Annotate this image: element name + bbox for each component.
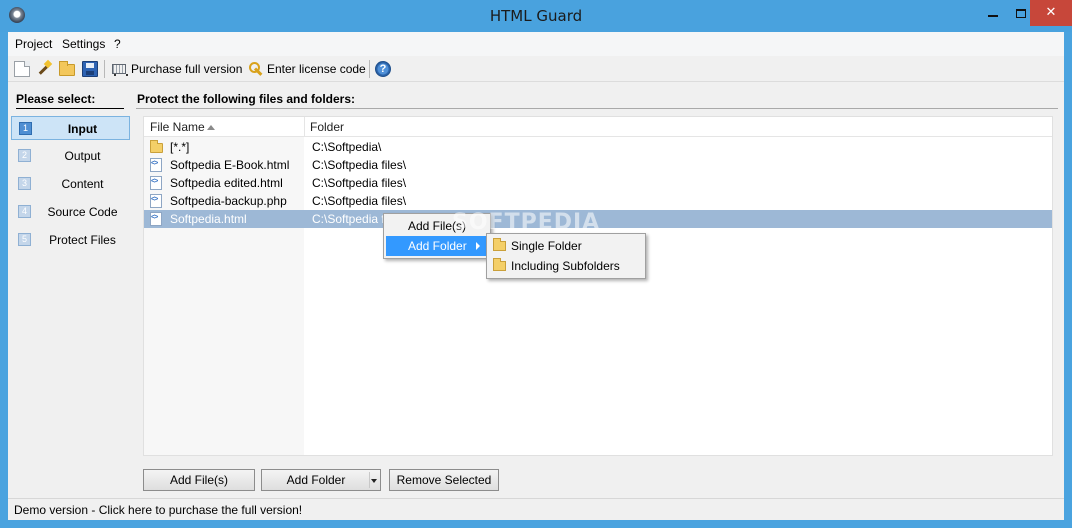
page-title: Protect the following files and folders:	[137, 92, 356, 106]
sidebar-item-output[interactable]: 2 Output	[11, 144, 130, 168]
add-folder-dropdown-button[interactable]: Add Folder	[261, 469, 381, 491]
sidebar-item-label: Protect Files	[49, 233, 116, 247]
add-files-button[interactable]: Add File(s)	[143, 469, 255, 491]
column-header-folder[interactable]: Folder	[310, 120, 344, 134]
step-number-icon: 4	[18, 205, 31, 218]
step-number-icon: 5	[18, 233, 31, 246]
close-button[interactable]: ✕	[1030, 0, 1072, 26]
maximize-icon	[1016, 9, 1026, 18]
sidebar-item-input[interactable]: 1 Input	[11, 116, 130, 140]
table-row[interactable]: [*.*] C:\Softpedia\	[144, 138, 1052, 156]
sidebar-title: Please select:	[16, 92, 124, 109]
purchase-full-version-button[interactable]: Purchase full version	[131, 62, 242, 76]
table-row[interactable]: Softpedia-backup.php C:\Softpedia files\	[144, 192, 1052, 210]
minimize-icon	[988, 15, 998, 17]
toolbar: Purchase full version Enter license code…	[8, 56, 1064, 82]
file-name-cell: Softpedia-backup.php	[170, 194, 287, 208]
html-file-icon	[150, 212, 162, 226]
cart-icon[interactable]	[111, 61, 128, 77]
file-list[interactable]: File Name Folder [*.*] C:\Softpedia\ Sof…	[143, 116, 1053, 456]
context-item-label: Add Folder	[408, 239, 467, 253]
main-panel: Protect the following files and folders:…	[136, 86, 1062, 496]
new-file-icon[interactable]	[14, 61, 30, 77]
toolbar-separator	[104, 60, 105, 78]
html-file-icon	[150, 176, 162, 190]
submenu-including-subfolders[interactable]: Including Subfolders	[489, 256, 643, 276]
title-divider	[136, 108, 1058, 109]
wizard-wand-icon[interactable]	[36, 61, 52, 77]
step-number-icon: 3	[18, 177, 31, 190]
submenu-item-label: Including Subfolders	[511, 259, 620, 273]
step-number-icon: 1	[19, 122, 32, 135]
title-bar[interactable]: HTML Guard ✕	[0, 0, 1072, 32]
sidebar-item-label: Input	[67, 122, 98, 136]
chevron-down-icon[interactable]	[371, 479, 377, 483]
table-row[interactable]: Softpedia E-Book.html C:\Softpedia files…	[144, 156, 1052, 174]
app-window: HTML Guard ✕ Project Settings ? Purchase…	[0, 0, 1072, 528]
sidebar-item-label: Source Code	[47, 205, 118, 219]
add-folder-submenu: Single Folder Including Subfolders	[486, 233, 646, 279]
menu-settings[interactable]: Settings	[62, 37, 105, 51]
menu-project[interactable]: Project	[15, 37, 52, 51]
menu-bar: Project Settings ?	[8, 32, 1064, 56]
add-folder-button-label: Add Folder	[286, 473, 346, 487]
submenu-arrow-icon	[476, 242, 480, 250]
submenu-single-folder[interactable]: Single Folder	[489, 236, 643, 256]
key-icon[interactable]	[248, 61, 264, 77]
list-header: File Name Folder	[144, 117, 1052, 137]
sidebar-item-label: Output	[64, 149, 101, 163]
column-divider[interactable]	[304, 117, 305, 137]
help-icon[interactable]: ?	[375, 61, 391, 77]
open-folder-icon[interactable]	[59, 61, 75, 76]
folder-icon	[150, 140, 163, 153]
sidebar-item-protect-files[interactable]: 5 Protect Files	[11, 228, 130, 252]
menu-help[interactable]: ?	[114, 37, 121, 51]
file-name-cell: [*.*]	[170, 140, 190, 154]
column-header-file-name[interactable]: File Name	[150, 120, 205, 134]
watermark: SOFTPEDIA	[452, 210, 601, 235]
html-file-icon	[150, 158, 162, 172]
step-number-icon: 2	[18, 149, 31, 162]
enter-license-code-button[interactable]: Enter license code	[267, 62, 366, 76]
file-name-cell: Softpedia E-Book.html	[170, 158, 290, 172]
remove-selected-button[interactable]: Remove Selected	[389, 469, 499, 491]
demo-purchase-link[interactable]: Demo version - Click here to purchase th…	[14, 503, 302, 517]
save-icon[interactable]	[82, 61, 98, 77]
submenu-item-label: Single Folder	[511, 239, 582, 253]
folder-cell: C:\Softpedia files\	[312, 158, 407, 172]
folder-cell: C:\Softpedia\	[312, 140, 382, 154]
sidebar-item-source-code[interactable]: 4 Source Code	[11, 200, 130, 224]
folder-cell: C:\Softpedia fil	[312, 212, 391, 226]
toolbar-separator	[369, 60, 370, 78]
dropdown-split	[369, 472, 370, 488]
sidebar-item-content[interactable]: 3 Content	[11, 172, 130, 196]
folder-icon	[493, 238, 506, 251]
php-file-icon	[150, 194, 162, 208]
file-name-cell: Softpedia edited.html	[170, 176, 283, 190]
table-row[interactable]: Softpedia edited.html C:\Softpedia files…	[144, 174, 1052, 192]
status-bar: Demo version - Click here to purchase th…	[8, 498, 1064, 520]
file-name-cell: Softpedia.html	[170, 212, 247, 226]
folder-icon	[493, 258, 506, 271]
window-title: HTML Guard	[489, 7, 583, 25]
context-add-folder[interactable]: Add Folder	[386, 236, 488, 256]
folder-cell: C:\Softpedia files\	[312, 194, 407, 208]
sidebar-item-label: Content	[61, 177, 104, 191]
sort-ascending-icon	[207, 125, 215, 130]
folder-cell: C:\Softpedia files\	[312, 176, 407, 190]
sidebar: Please select: 1 Input 2 Output 3 Conten…	[10, 86, 132, 496]
